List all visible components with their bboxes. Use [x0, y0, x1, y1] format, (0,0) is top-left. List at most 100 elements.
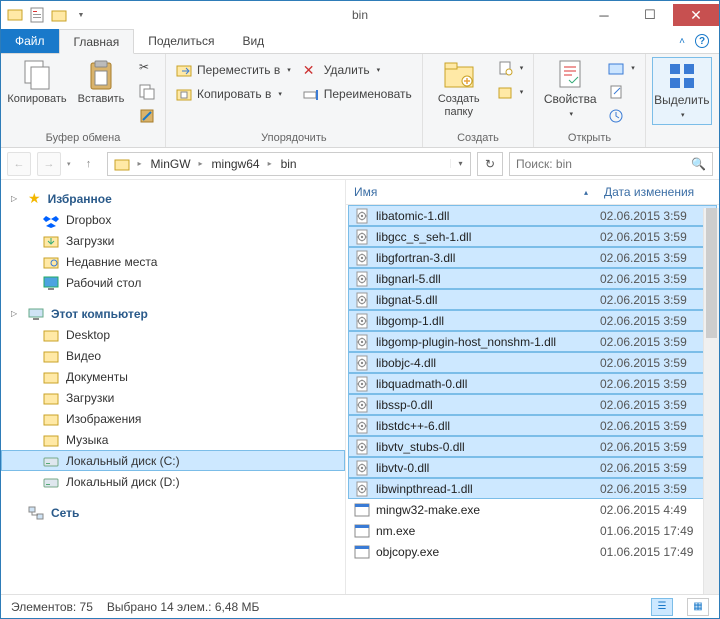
search-box[interactable]: 🔍	[509, 152, 713, 176]
nav-comp-item[interactable]: Desktop	[1, 324, 345, 345]
maximize-button[interactable]: ☐	[627, 4, 673, 26]
qat-icon-props[interactable]	[29, 7, 45, 23]
view-details-button[interactable]: ☰	[651, 598, 673, 616]
file-row[interactable]: libquadmath-0.dll02.06.2015 3:59	[348, 373, 717, 394]
file-row[interactable]: libgnarl-5.dll02.06.2015 3:59	[348, 268, 717, 289]
nav-comp-item[interactable]: Видео	[1, 345, 345, 366]
file-row[interactable]: libgnat-5.dll02.06.2015 3:59	[348, 289, 717, 310]
column-date[interactable]: Дата изменения	[596, 180, 719, 204]
view-icons-button[interactable]: ▦	[687, 598, 709, 616]
refresh-button[interactable]: ↻	[477, 152, 503, 176]
easy-access-button[interactable]: ▾	[493, 81, 528, 103]
file-row[interactable]: libatomic-1.dll02.06.2015 3:59	[348, 205, 717, 226]
paste-icon	[85, 59, 117, 91]
tab-view[interactable]: Вид	[228, 29, 278, 53]
address-bar: ← → ▾ ↑ ▸ MinGW▸ mingw64▸ bin ▾ ↻ 🔍	[1, 148, 719, 180]
qat-icon-newfolder[interactable]	[51, 7, 67, 23]
new-folder-button[interactable]: Создать папку	[429, 57, 489, 119]
crumb-0[interactable]: MinGW	[145, 153, 196, 175]
forward-button[interactable]: →	[37, 152, 61, 176]
address-dropdown-icon[interactable]: ▾	[450, 159, 470, 168]
file-row[interactable]: libvtv-0.dll02.06.2015 3:59	[348, 457, 717, 478]
copy-path-button[interactable]	[135, 81, 159, 103]
nav-comp-item[interactable]: Изображения	[1, 408, 345, 429]
close-button[interactable]: ✕	[673, 4, 719, 26]
up-button[interactable]: ↑	[77, 152, 101, 176]
pc-icon	[28, 306, 44, 322]
group-organize-label: Упорядочить	[172, 130, 416, 147]
exe-icon	[354, 523, 370, 539]
column-name[interactable]: Имя▴	[346, 180, 596, 204]
nav-fav-item[interactable]: Dropbox	[1, 209, 345, 230]
star-icon: ★	[28, 190, 41, 207]
file-row[interactable]: libgomp-1.dll02.06.2015 3:59	[348, 310, 717, 331]
nav-fav-item[interactable]: Загрузки	[1, 230, 345, 251]
nav-fav-item[interactable]: Рабочий стол	[1, 272, 345, 293]
file-row[interactable]: libstdc++-6.dll02.06.2015 3:59	[348, 415, 717, 436]
nav-fav-item[interactable]: Недавние места	[1, 251, 345, 272]
file-row[interactable]: libwinpthread-1.dll02.06.2015 3:59	[348, 478, 717, 499]
tab-share[interactable]: Поделиться	[134, 29, 228, 53]
nav-comp-item[interactable]: Локальный диск (D:)	[1, 471, 345, 492]
nav-computer[interactable]: ▷Этот компьютер	[1, 303, 345, 324]
nav-comp-item[interactable]: Музыка	[1, 429, 345, 450]
qat-dropdown-icon[interactable]: ▼	[73, 7, 89, 23]
drive-icon	[43, 369, 59, 385]
scrollbar[interactable]: ▴	[703, 208, 719, 594]
file-row[interactable]: libobjc-4.dll02.06.2015 3:59	[348, 352, 717, 373]
recent-dropdown[interactable]: ▾	[67, 160, 71, 168]
select-button[interactable]: Выделить▾	[652, 57, 712, 125]
back-button[interactable]: ←	[7, 152, 31, 176]
move-to-button[interactable]: Переместить в▾	[172, 59, 295, 81]
ribbon-collapse-icon[interactable]: ˄	[679, 36, 685, 47]
minimize-button[interactable]: ─	[581, 4, 627, 26]
file-row[interactable]: objcopy.exe01.06.2015 17:49	[348, 541, 717, 562]
nav-comp-item[interactable]: Локальный диск (C:)	[1, 450, 345, 471]
history-icon	[608, 108, 624, 124]
drive-icon	[43, 474, 59, 490]
qat-icon-app[interactable]	[7, 7, 23, 23]
properties-button[interactable]: Свойства▾	[540, 57, 600, 121]
group-select-label	[652, 130, 712, 147]
file-row[interactable]: libgcc_s_seh-1.dll02.06.2015 3:59	[348, 226, 717, 247]
nav-favorites[interactable]: ▷★Избранное	[1, 188, 345, 209]
rename-button[interactable]: Переименовать	[299, 83, 416, 105]
nav-comp-item[interactable]: Загрузки	[1, 387, 345, 408]
folder-icon	[43, 275, 59, 291]
easy-access-icon	[497, 84, 513, 100]
file-row[interactable]: libssp-0.dll02.06.2015 3:59	[348, 394, 717, 415]
open-button[interactable]: ▾	[604, 57, 639, 79]
history-button[interactable]	[604, 105, 639, 127]
rename-icon	[303, 86, 319, 102]
file-row[interactable]: mingw32-make.exe02.06.2015 4:49	[348, 499, 717, 520]
breadcrumb[interactable]: ▸ MinGW▸ mingw64▸ bin ▾	[107, 152, 471, 176]
scissors-icon: ✂	[139, 60, 155, 76]
paste-shortcut-button[interactable]	[135, 105, 159, 127]
file-row[interactable]: libvtv_stubs-0.dll02.06.2015 3:59	[348, 436, 717, 457]
paste-button[interactable]: Вставить	[71, 57, 131, 106]
search-input[interactable]	[516, 157, 691, 171]
delete-icon: ✕	[303, 62, 319, 78]
drive-icon	[43, 327, 59, 343]
nav-comp-item[interactable]: Документы	[1, 366, 345, 387]
crumb-1[interactable]: mingw64	[206, 153, 265, 175]
file-row[interactable]: libgomp-plugin-host_nonshm-1.dll02.06.20…	[348, 331, 717, 352]
new-item-button[interactable]: ▾	[493, 57, 528, 79]
nav-network[interactable]: Сеть	[1, 502, 345, 523]
file-row[interactable]: nm.exe01.06.2015 17:49	[348, 520, 717, 541]
drive-icon	[43, 411, 59, 427]
file-row[interactable]: libgfortran-3.dll02.06.2015 3:59	[348, 247, 717, 268]
copy-to-button[interactable]: Копировать в▾	[172, 83, 295, 105]
crumb-2[interactable]: bin	[275, 153, 302, 175]
cut-button[interactable]: ✂	[135, 57, 159, 79]
exe-icon	[354, 544, 370, 560]
tab-file[interactable]: Файл	[1, 29, 59, 53]
search-icon[interactable]: 🔍	[691, 157, 706, 171]
open-icon	[608, 60, 624, 76]
help-icon[interactable]: ?	[695, 34, 709, 48]
edit-button[interactable]	[604, 81, 639, 103]
tab-home[interactable]: Главная	[59, 29, 135, 54]
delete-button[interactable]: ✕Удалить▾	[299, 59, 416, 81]
group-clipboard-label: Буфер обмена	[7, 130, 159, 147]
copy-button[interactable]: Копировать	[7, 57, 67, 106]
